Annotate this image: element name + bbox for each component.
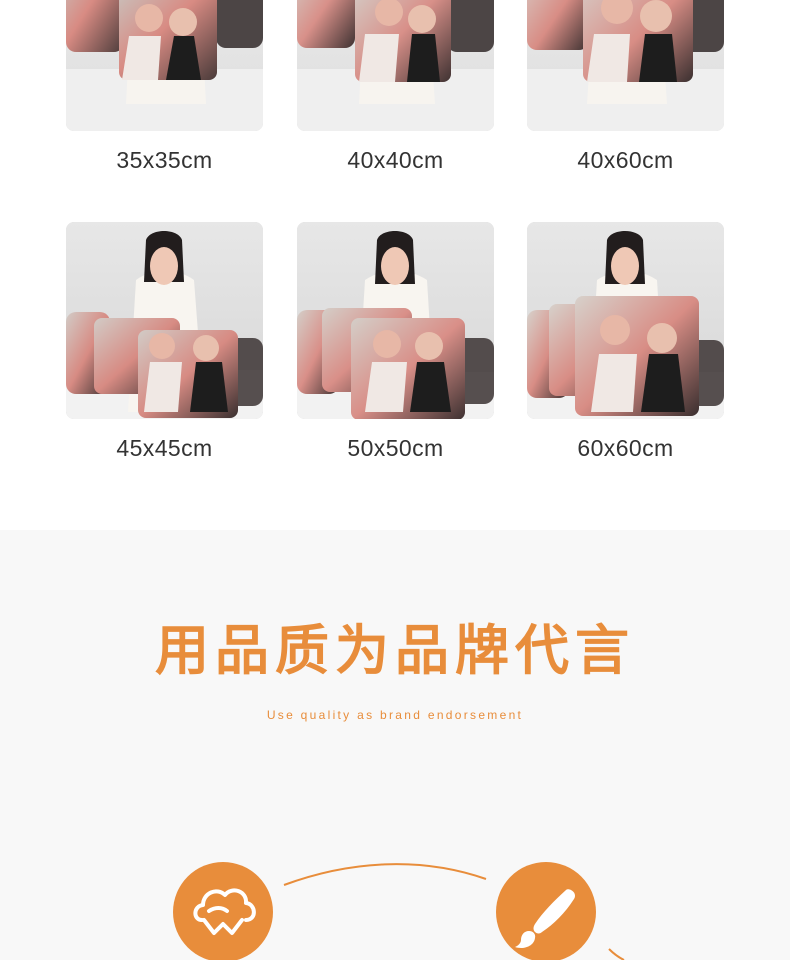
cotton-cloud-icon [193, 888, 256, 935]
pillow-photo-graphic [66, 0, 263, 131]
pillow-photo [297, 0, 494, 131]
size-grid: 35x35cm 40x40cm 40x60cm 45x45cm 50x50cm … [0, 0, 790, 530]
pillow-photo [66, 222, 263, 419]
size-label: 35x35cm [116, 147, 213, 173]
pillow-photo-graphic [66, 222, 263, 419]
connector-line [283, 863, 625, 960]
pillow-photo-graphic [527, 222, 724, 419]
product-card-35x35[interactable]: 35x35cm [66, 0, 263, 174]
paintbrush-icon [515, 889, 575, 948]
pillow-photo [527, 222, 724, 419]
size-label: 45x45cm [116, 435, 213, 461]
product-card-45x45[interactable]: 45x45cm [66, 222, 263, 462]
pillow-photo-graphic [297, 0, 494, 131]
feature-cotton-circle [173, 862, 273, 960]
size-label: 40x60cm [577, 147, 674, 173]
product-page: 35x35cm 40x40cm 40x60cm 45x45cm 50x50cm … [0, 0, 790, 960]
size-label: 60x60cm [577, 435, 674, 461]
product-card-60x60[interactable]: 60x60cm [527, 222, 724, 462]
size-label: 40x40cm [347, 147, 444, 173]
pillow-photo [297, 222, 494, 419]
quality-section: 用品质为品牌代言 Use quality as brand endorsemen… [0, 530, 790, 960]
product-card-50x50[interactable]: 50x50cm [297, 222, 494, 462]
size-label: 50x50cm [347, 435, 444, 461]
pillow-photo [527, 0, 724, 131]
pillow-photo-graphic [297, 222, 494, 419]
pillow-photo [66, 0, 263, 131]
feature-brush-circle [496, 862, 596, 960]
product-card-40x40[interactable]: 40x40cm [297, 0, 494, 174]
pillow-photo-graphic [527, 0, 724, 131]
product-card-40x60[interactable]: 40x60cm [527, 0, 724, 174]
